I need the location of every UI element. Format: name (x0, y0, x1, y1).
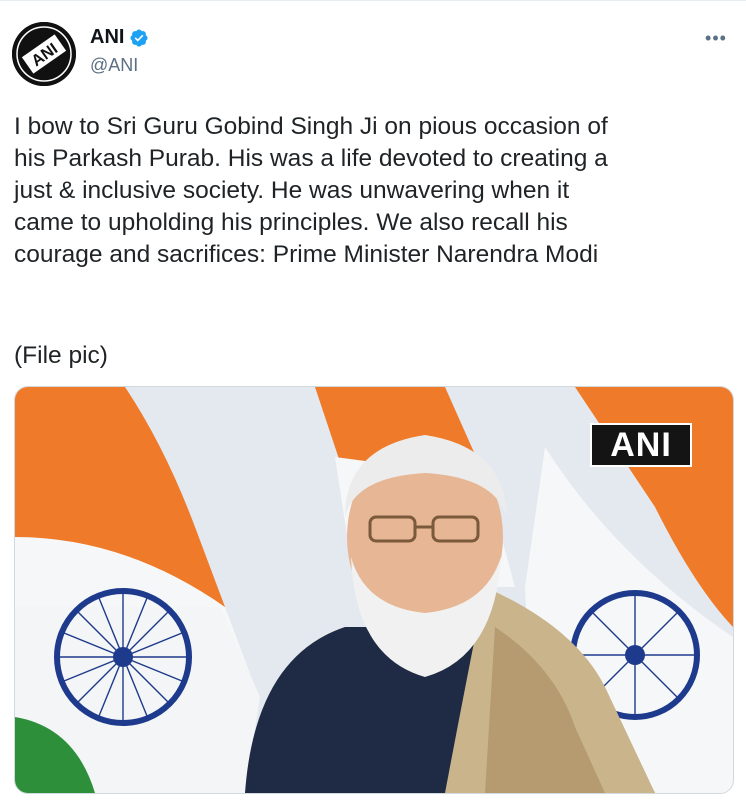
tweet-caption: (File pic) (14, 342, 108, 369)
ani-watermark: ANI (590, 423, 692, 467)
display-name[interactable]: ANI (90, 26, 124, 49)
tweet-text: I bow to Sri Guru Gobind Singh Ji on pio… (14, 113, 608, 268)
account-handle[interactable]: @ANI (90, 55, 138, 76)
author-name-row[interactable]: ANI (90, 26, 149, 49)
verified-badge-icon (129, 28, 149, 48)
tweet-photo[interactable]: ANI (14, 386, 734, 794)
avatar[interactable]: ANI (12, 22, 76, 86)
ani-logo-icon: ANI (12, 22, 76, 86)
tweet-card: ANI ANI @ANI ••• I bow to Sri Guru Gobin… (0, 0, 746, 800)
more-options-icon[interactable]: ••• (704, 26, 728, 50)
divider (0, 0, 746, 1)
